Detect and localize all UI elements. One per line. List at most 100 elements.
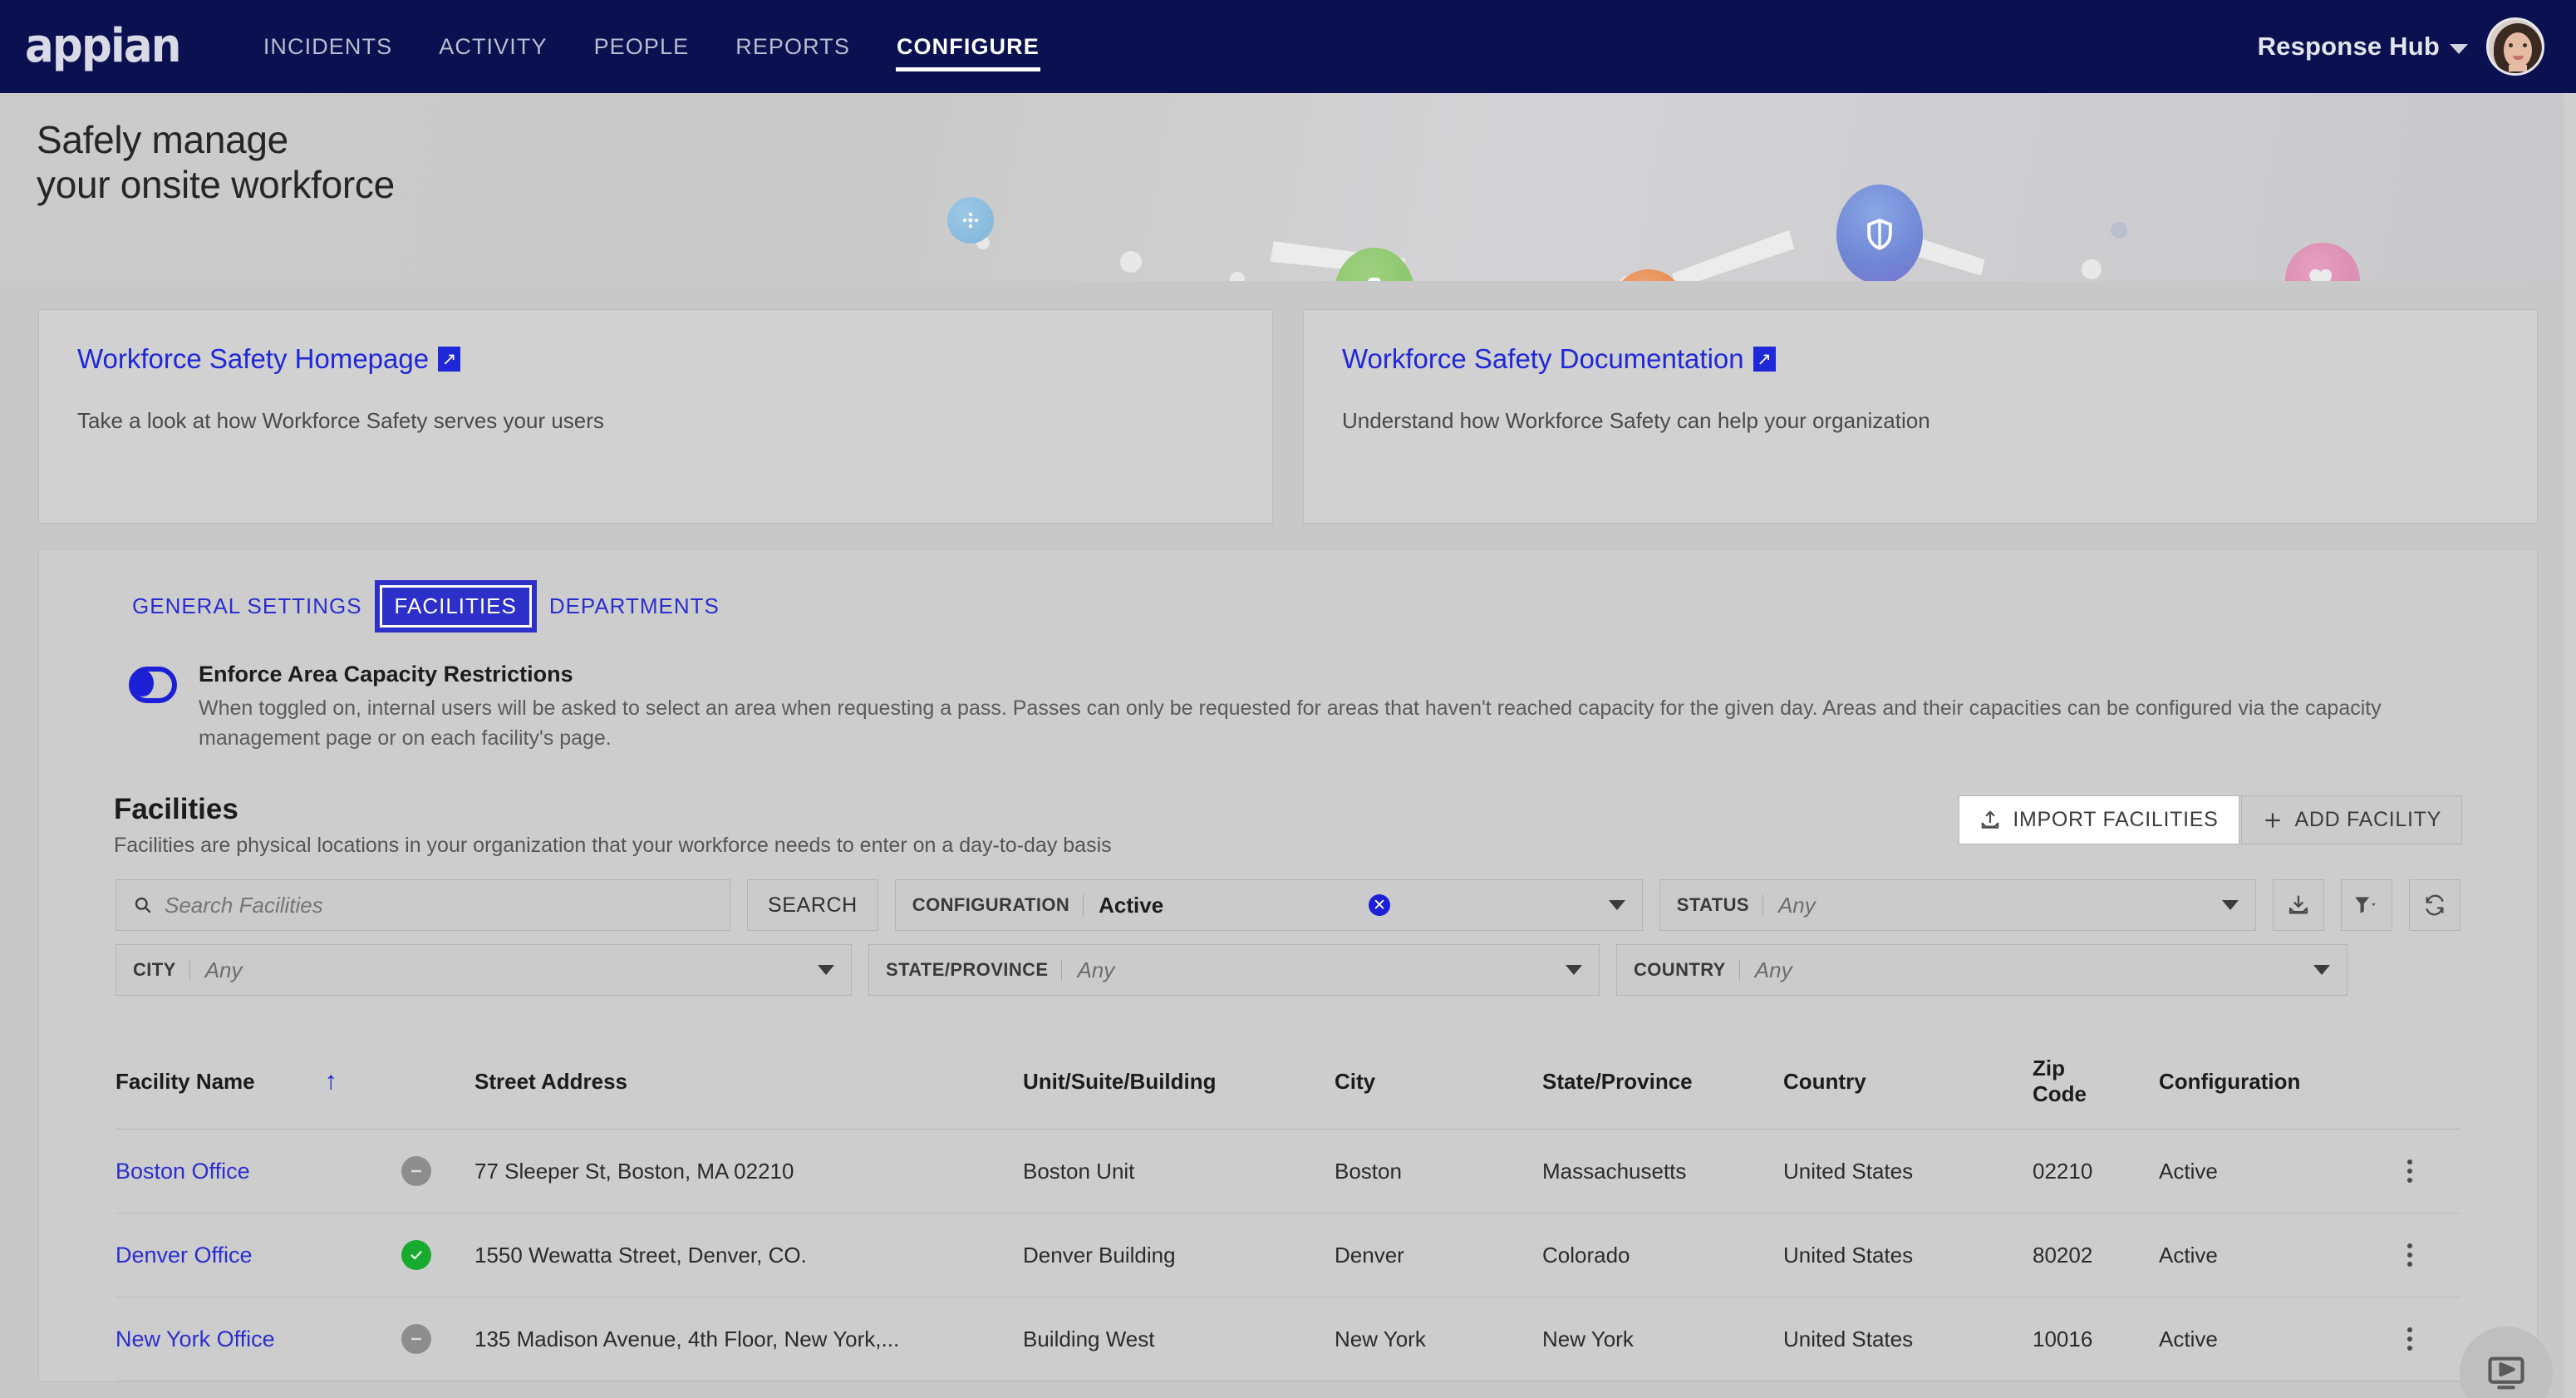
tab-departments[interactable]: DEPARTMENTS [534, 585, 735, 628]
card-workforce-safety-homepage: Workforce Safety Homepage ↗ Take a look … [38, 309, 1273, 524]
nav-item-reports[interactable]: REPORTS [712, 0, 873, 93]
cell-country: United States [1783, 1158, 1914, 1184]
facility-name-link[interactable]: New York Office [116, 1327, 275, 1352]
column-header-actions [2392, 1063, 2460, 1103]
filter-label: CONFIGURATION [912, 894, 1084, 916]
chevron-down-icon[interactable] [2450, 44, 2468, 54]
chevron-down-icon[interactable] [2222, 900, 2239, 910]
chevron-down-icon[interactable] [2313, 965, 2330, 975]
row-actions [2392, 1297, 2460, 1381]
cell-facility-name: New York Office [116, 1299, 474, 1379]
cell-zip: 02210 [2033, 1158, 2093, 1184]
hero-banner: Safely manage your onsite workforce [0, 93, 2576, 281]
status-active-icon [401, 1240, 431, 1270]
decor-dot [1120, 251, 1142, 273]
column-header-facility-name[interactable]: Facility Name ↑ [116, 1051, 474, 1116]
facility-name-link[interactable]: Boston Office [116, 1159, 250, 1184]
setting-description: When toggled on, internal users will be … [199, 697, 2382, 750]
page-title: Safely manage your onsite workforce [37, 118, 395, 206]
page-body: Workforce Safety Homepage ↗ Take a look … [0, 281, 2576, 1382]
search-button[interactable]: SEARCH [747, 879, 878, 931]
cell-state: Massachusetts [1542, 1158, 1687, 1184]
row-menu-icon[interactable] [2402, 1154, 2417, 1188]
filter-status[interactable]: STATUS Any [1659, 879, 2256, 931]
account-name[interactable]: Response Hub [2258, 32, 2440, 62]
cell-city: Denver [1335, 1242, 1404, 1268]
link-cards: Workforce Safety Homepage ↗ Take a look … [38, 281, 2538, 549]
cell-unit: Building West [1023, 1326, 1155, 1351]
filter-state-province[interactable]: STATE/PROVINCE Any [868, 944, 1600, 996]
facilities-header: Facilities Facilities are physical locat… [39, 753, 2537, 858]
enforce-capacity-toggle[interactable] [129, 667, 177, 703]
page-scrollbar[interactable] [2564, 93, 2576, 1398]
cell-country: United States [1783, 1326, 1914, 1351]
filter-country[interactable]: COUNTRY Any [1616, 944, 2347, 996]
refresh-button[interactable] [2409, 879, 2460, 931]
facilities-title: Facilities [114, 793, 238, 825]
external-link-icon: ↗ [438, 347, 461, 372]
enforce-capacity-setting: Enforce Area Capacity Restrictions When … [39, 630, 2537, 753]
filter-icon [2355, 897, 2376, 913]
column-header-country[interactable]: Country [1783, 1051, 2033, 1116]
filter-button[interactable] [2341, 879, 2392, 931]
nav-item-activity[interactable]: ACTIVITY [415, 0, 570, 93]
column-header-city[interactable]: City [1335, 1051, 1542, 1116]
clear-filter-icon[interactable]: ✕ [1368, 894, 1390, 916]
column-header-state-province[interactable]: State/Province [1542, 1051, 1783, 1116]
search-input[interactable] [165, 892, 713, 918]
chevron-down-icon[interactable] [1608, 900, 1625, 910]
link-workforce-safety-documentation[interactable]: Workforce Safety Documentation ↗ [1342, 343, 1776, 375]
filter-value: Any [1777, 892, 1816, 918]
filter-configuration[interactable]: CONFIGURATION Active ✕ [894, 879, 1643, 931]
cell-facility-name: Boston Office [116, 1131, 474, 1211]
main-nav-links: INCIDENTS ACTIVITY PEOPLE REPORTS CONFIG… [240, 0, 1063, 93]
cell-street-address: 135 Madison Avenue, 4th Floor, New York,… [474, 1326, 900, 1351]
table-header-row: Facility Name ↑ Street Address Unit/Suit… [116, 1037, 2460, 1130]
configuration-panel: GENERAL SETTINGS FACILITIES DEPARTMENTS … [38, 549, 2538, 1382]
cell-state: New York [1542, 1326, 1634, 1351]
add-facility-button[interactable]: ADD FACILITY [2240, 795, 2462, 844]
column-header-unit-suite-building[interactable]: Unit/Suite/Building [1023, 1051, 1335, 1116]
table-row: New York Office 135 Madison Avenue, 4th … [116, 1297, 2460, 1381]
tab-facilities[interactable]: FACILITIES [374, 580, 537, 633]
decor-dot [1230, 272, 1245, 281]
decor-dot [2082, 259, 2102, 279]
top-navigation-bar: appian INCIDENTS ACTIVITY PEOPLE REPORTS… [0, 0, 2576, 93]
screen-share-icon [2488, 1356, 2524, 1390]
nav-item-configure[interactable]: CONFIGURE [873, 0, 1063, 93]
column-header-configuration[interactable]: Configuration [2159, 1051, 2392, 1116]
tab-general-settings[interactable]: GENERAL SETTINGS [117, 585, 377, 628]
account-area: Response Hub [2258, 17, 2544, 76]
filter-city[interactable]: CITY Any [116, 944, 852, 996]
filter-value: Any [1077, 957, 1115, 982]
filter-row-1: SEARCH CONFIGURATION Active ✕ STATUS Any [116, 879, 2460, 931]
chevron-down-icon[interactable] [818, 965, 834, 975]
column-header-zip-code[interactable]: Zip Code [2033, 1037, 2159, 1129]
setting-title: Enforce Area Capacity Restrictions [199, 662, 573, 687]
cell-city: Boston [1335, 1158, 1402, 1184]
cell-state: Colorado [1542, 1242, 1630, 1268]
chevron-down-icon[interactable] [1566, 965, 1582, 975]
plus-icon [2264, 812, 2280, 828]
cell-zip: 80202 [2033, 1242, 2093, 1268]
avatar[interactable] [2486, 17, 2544, 76]
import-facilities-button[interactable]: IMPORT FACILITIES [1959, 795, 2239, 844]
search-input-wrapper[interactable] [116, 879, 730, 931]
cell-street-address: 77 Sleeper St, Boston, MA 02210 [474, 1158, 794, 1184]
nav-item-people[interactable]: PEOPLE [571, 0, 713, 93]
export-button[interactable] [2273, 879, 2324, 931]
filter-value: Any [1754, 957, 1792, 982]
sort-ascending-icon[interactable]: ↑ [325, 1069, 337, 1094]
nav-item-incidents[interactable]: INCIDENTS [240, 0, 415, 93]
filter-label: STATE/PROVINCE [886, 959, 1063, 981]
appian-logo[interactable]: appian [25, 23, 181, 70]
filter-row-2: CITY Any STATE/PROVINCE Any COUNTRY Any [116, 944, 2460, 996]
search-icon [133, 895, 153, 915]
row-menu-icon[interactable] [2402, 1238, 2417, 1272]
row-menu-icon[interactable] [2402, 1322, 2417, 1356]
cell-zip: 10016 [2033, 1326, 2093, 1351]
upload-icon [1982, 810, 1999, 829]
facility-name-link[interactable]: Denver Office [116, 1243, 253, 1268]
column-header-street-address[interactable]: Street Address [474, 1051, 1023, 1116]
link-workforce-safety-homepage[interactable]: Workforce Safety Homepage ↗ [77, 343, 461, 375]
